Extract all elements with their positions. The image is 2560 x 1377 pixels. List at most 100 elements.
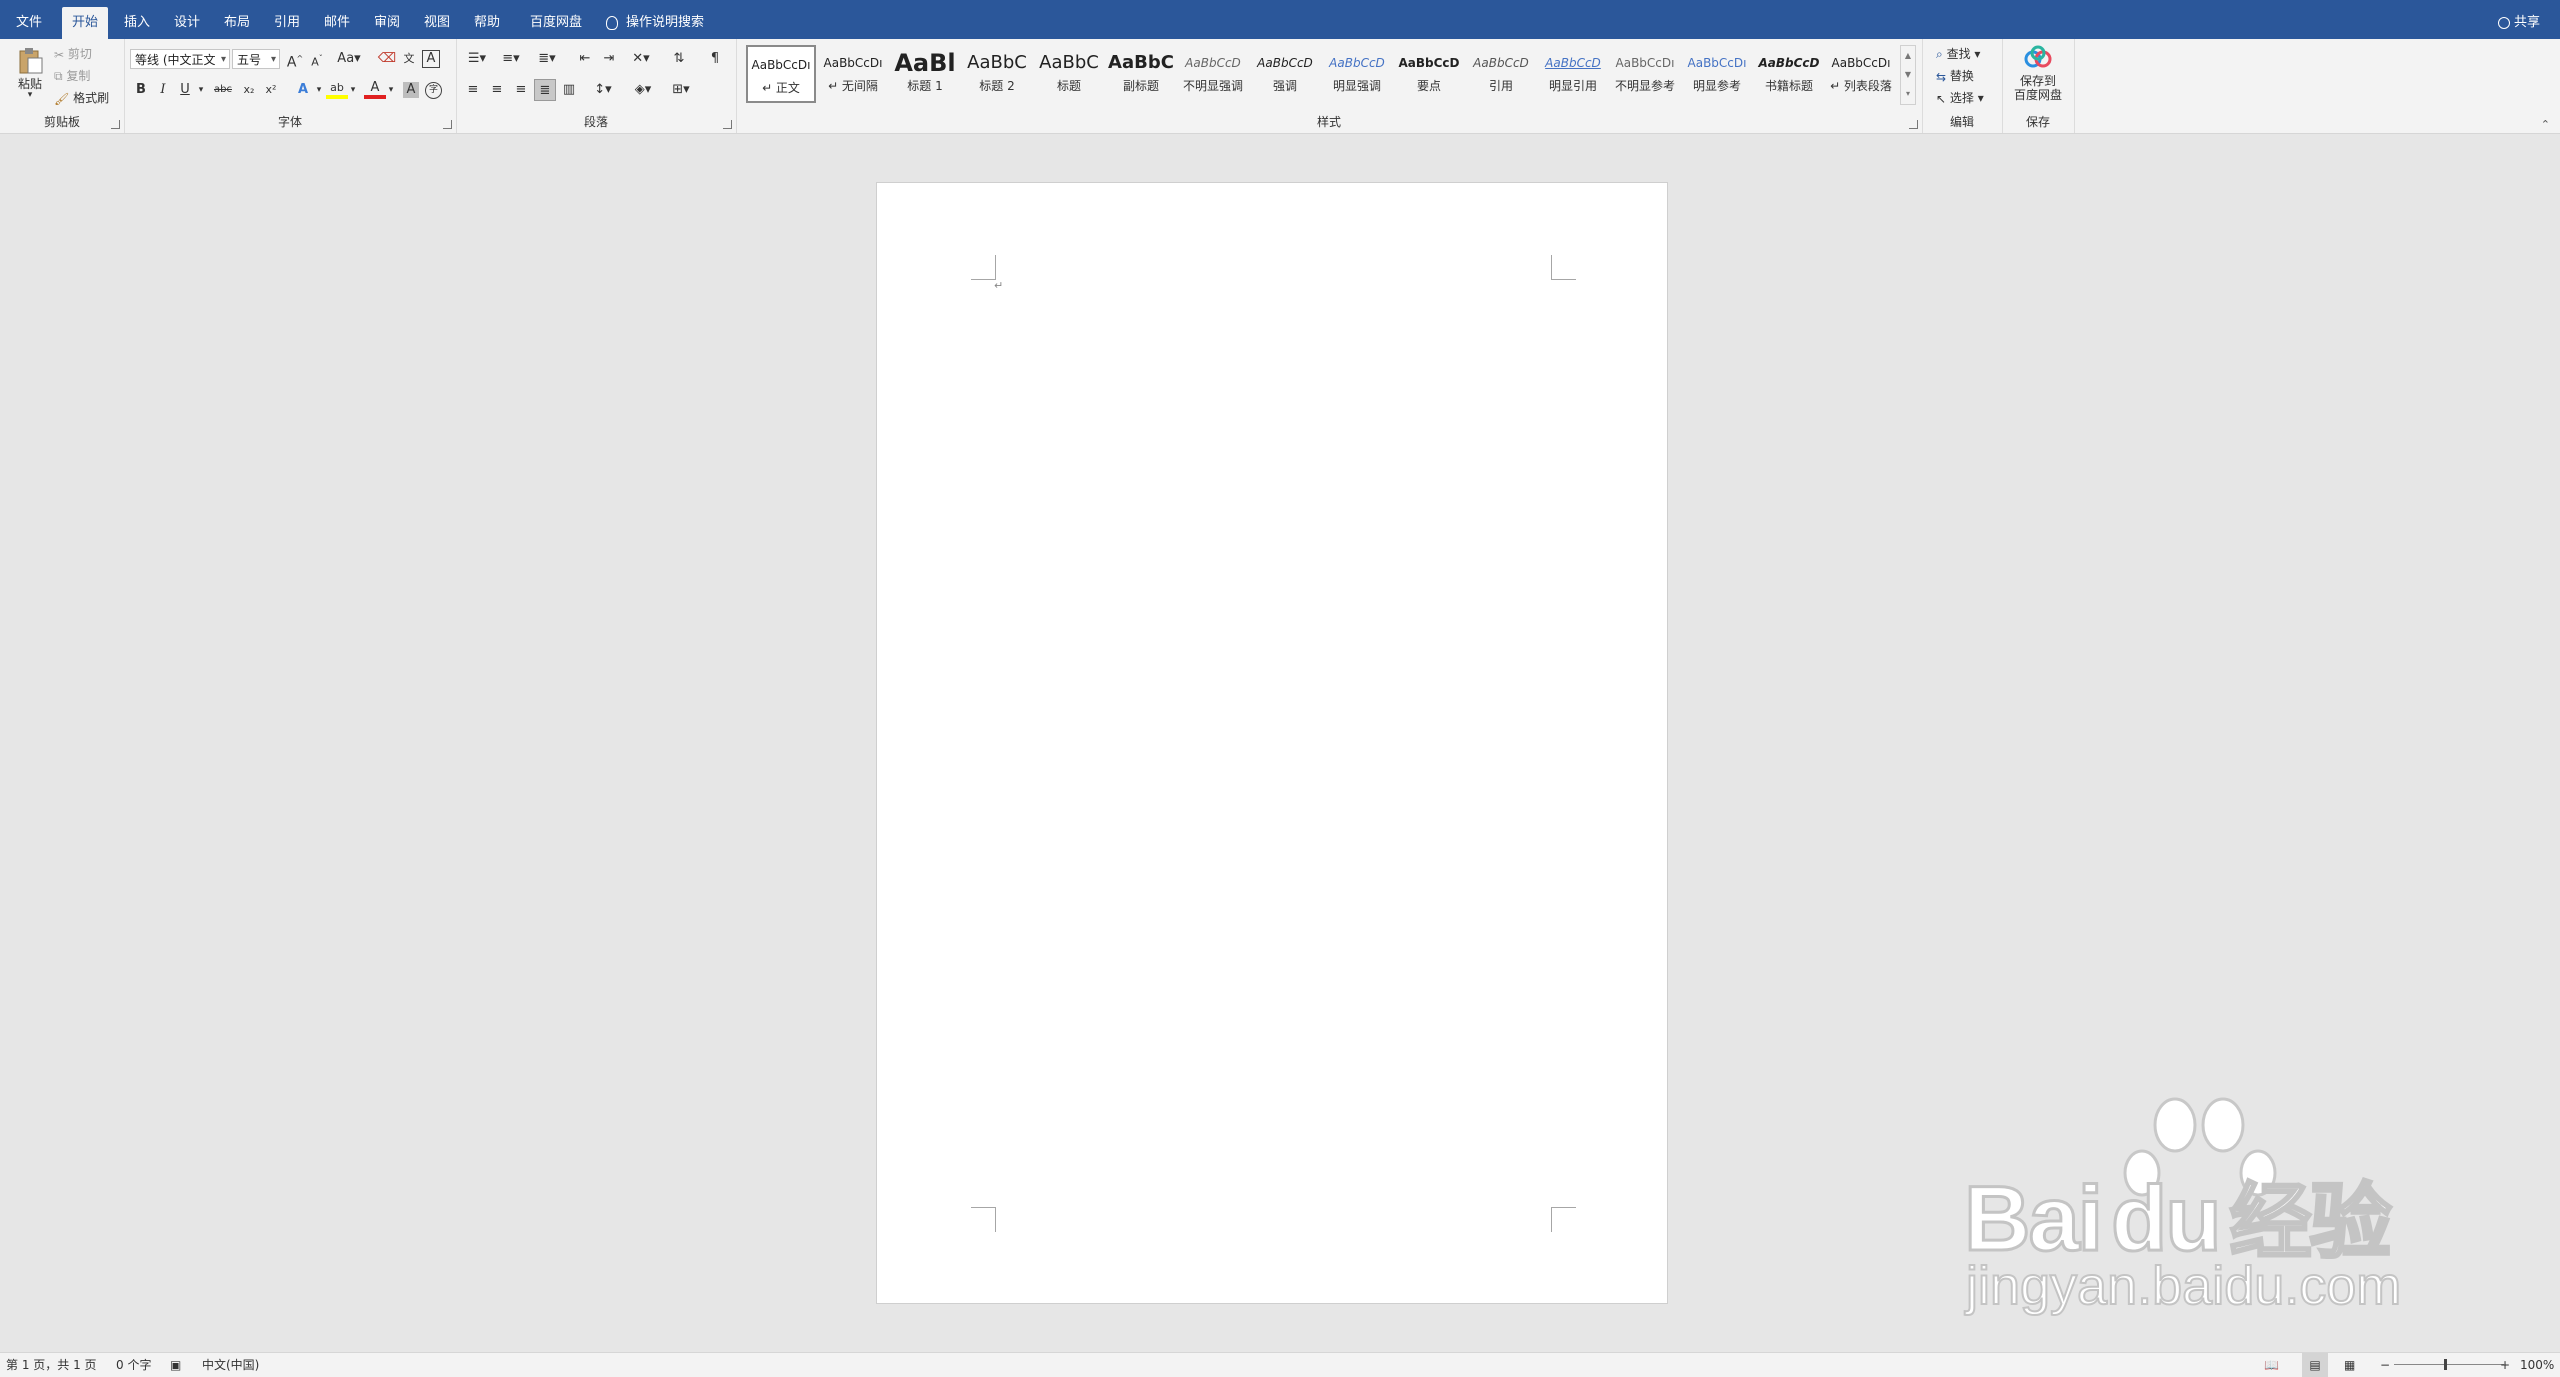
scroll-up-icon[interactable]: ▲ <box>1901 46 1915 65</box>
paste-button[interactable]: 粘贴 ▾ <box>12 45 48 103</box>
collapse-ribbon-icon[interactable]: ⌃ <box>2541 118 2550 131</box>
change-case-button[interactable]: Aa▾ <box>334 48 364 70</box>
tab-baidu-netdisk[interactable]: 百度网盘 <box>520 0 592 39</box>
char-shading-icon[interactable]: A <box>403 82 419 98</box>
grow-font-icon: A <box>286 54 297 71</box>
paragraph-launcher-icon[interactable] <box>723 120 732 129</box>
select-button[interactable]: ↖ 选择 ▾ <box>1936 89 1984 106</box>
strikethrough-button[interactable]: abc <box>210 79 236 101</box>
zoom-out-icon[interactable]: − <box>2380 1353 2390 1377</box>
paragraph-mark[interactable]: ↵ <box>994 279 1003 292</box>
zoom-slider-thumb[interactable] <box>2444 1359 2447 1370</box>
style-name: 标题 1 <box>907 79 943 93</box>
tab-mailings[interactable]: 邮件 <box>314 0 360 39</box>
style-quote[interactable]: AaBbCcD 引用 <box>1466 45 1536 103</box>
paste-dropdown-icon[interactable]: ▾ <box>12 90 48 100</box>
font-color-dropdown-icon[interactable]: ▾ <box>380 79 402 101</box>
align-center-icon[interactable]: ≡ <box>486 79 508 101</box>
styles-scroll[interactable]: ▲ ▼ ▾ <box>1900 45 1916 105</box>
style-intense-reference[interactable]: AaBbCcDı 明显参考 <box>1682 45 1752 103</box>
language[interactable]: 中文(中国) <box>202 1353 259 1377</box>
style-intense-quote[interactable]: AaBbCcD 明显引用 <box>1538 45 1608 103</box>
distributed-icon[interactable]: ▥ <box>558 79 580 101</box>
styles-more-icon[interactable]: ▾ <box>1901 84 1915 103</box>
style-heading-1[interactable]: AaBl 标题 1 <box>890 45 960 103</box>
style-no-spacing[interactable]: AaBbCcDı ↵ 无间隔 <box>818 45 888 103</box>
cut-button[interactable]: ✂ 剪切 <box>54 45 92 62</box>
web-layout-icon[interactable]: ▦ <box>2344 1353 2355 1377</box>
scroll-down-icon[interactable]: ▼ <box>1901 65 1915 84</box>
read-mode-icon[interactable]: 📖 <box>2264 1353 2279 1377</box>
clear-format-icon[interactable]: ⌫ <box>376 48 398 70</box>
copy-button[interactable]: ⧉ 复制 <box>54 67 90 84</box>
style-title[interactable]: AaBbC 标题 <box>1034 45 1104 103</box>
highlight-dropdown-icon[interactable]: ▾ <box>342 79 364 101</box>
font-size-combo[interactable]: 五号 <box>232 49 280 69</box>
align-right-icon[interactable]: ≡ <box>510 79 532 101</box>
tab-review[interactable]: 审阅 <box>364 0 410 39</box>
sort-icon[interactable]: ⇅ <box>668 48 690 70</box>
tab-design[interactable]: 设计 <box>164 0 210 39</box>
enclose-char-icon[interactable]: 字 <box>425 82 442 99</box>
style-list-paragraph[interactable]: AaBbCcDı ↵ 列表段落 <box>1826 45 1896 103</box>
styles-launcher-icon[interactable] <box>1909 120 1918 129</box>
font-name-combo[interactable]: 等线 (中文正文 <box>130 49 230 69</box>
tab-help[interactable]: 帮助 <box>464 0 510 39</box>
replace-button[interactable]: ⇆ 替换 <box>1936 67 1974 84</box>
print-layout-icon[interactable]: ▤ <box>2302 1353 2328 1377</box>
style-preview: AaBl <box>894 49 956 77</box>
document-page[interactable]: ↵ <box>876 182 1668 1304</box>
superscript-button[interactable]: x² <box>260 79 282 101</box>
underline-dropdown-icon[interactable]: ▾ <box>190 79 212 101</box>
decrease-indent-icon[interactable]: ⇤ <box>574 48 596 70</box>
tab-file[interactable]: 文件 <box>6 0 52 39</box>
save-to-netdisk-button[interactable]: 保存到 百度网盘 <box>2002 45 2074 102</box>
font-launcher-icon[interactable] <box>443 120 452 129</box>
format-painter-button[interactable]: 🖌 格式刷 <box>54 89 109 106</box>
copy-label: 复制 <box>66 69 91 83</box>
multilevel-list-icon[interactable]: ≣▾ <box>532 48 562 70</box>
share-button[interactable]: 共享 <box>2497 0 2540 39</box>
find-button[interactable]: ⌕ 查找 ▾ <box>1936 45 1980 62</box>
numbering-icon[interactable]: ≡▾ <box>496 48 526 70</box>
show-marks-icon[interactable]: ¶ <box>704 48 726 70</box>
style-subtle-emphasis[interactable]: AaBbCcD 不明显强调 <box>1178 45 1248 103</box>
style-book-title[interactable]: AaBbCcD 书籍标题 <box>1754 45 1824 103</box>
tab-references[interactable]: 引用 <box>264 0 310 39</box>
zoom-in-icon[interactable]: + <box>2500 1353 2510 1377</box>
grow-font-button[interactable]: A^ <box>284 48 306 71</box>
bold-button[interactable]: B <box>130 79 152 101</box>
style-emphasis[interactable]: AaBbCcD 强调 <box>1250 45 1320 103</box>
tab-home[interactable]: 开始 <box>62 7 109 39</box>
justify-icon[interactable]: ≣ <box>534 79 556 101</box>
zoom-slider[interactable] <box>2394 1364 2504 1365</box>
phonetic-guide-icon[interactable]: 文 <box>398 48 420 70</box>
style-subtitle[interactable]: AaBbC 副标题 <box>1106 45 1176 103</box>
word-count[interactable]: 0 个字 <box>116 1353 151 1377</box>
zoom-level[interactable]: 100% <box>2520 1353 2554 1377</box>
borders-icon[interactable]: ⊞▾ <box>666 79 696 101</box>
tab-layout[interactable]: 布局 <box>214 0 260 39</box>
page-count[interactable]: 第 1 页，共 1 页 <box>6 1353 97 1377</box>
tab-insert[interactable]: 插入 <box>114 0 160 39</box>
style-intense-emphasis[interactable]: AaBbCcD 明显强调 <box>1322 45 1392 103</box>
style-strong[interactable]: AaBbCcD 要点 <box>1394 45 1464 103</box>
char-border-icon[interactable]: A <box>422 50 440 68</box>
bullets-icon[interactable]: ☰▾ <box>462 48 492 70</box>
style-normal[interactable]: AaBbCcDı ↵ 正文 <box>746 45 816 103</box>
subscript-button[interactable]: x₂ <box>238 79 260 101</box>
style-preview: AaBbCcD <box>1398 56 1460 70</box>
tell-me-search[interactable]: 操作说明搜索 <box>606 0 704 39</box>
shading-icon[interactable]: ◈▾ <box>628 79 658 101</box>
tab-view[interactable]: 视图 <box>414 0 460 39</box>
increase-indent-icon[interactable]: ⇥ <box>598 48 620 70</box>
shrink-font-button[interactable]: Aˇ <box>306 48 328 70</box>
line-spacing-icon[interactable]: ↕▾ <box>588 79 618 101</box>
style-subtle-reference[interactable]: AaBbCcDı 不明显参考 <box>1610 45 1680 103</box>
align-left-icon[interactable]: ≡ <box>462 79 484 101</box>
proofing-icon[interactable]: ▣ <box>170 1353 181 1377</box>
clipboard-launcher-icon[interactable] <box>111 120 120 129</box>
chinese-layout-icon[interactable]: ✕▾ <box>626 48 656 70</box>
style-heading-2[interactable]: AaBbC 标题 2 <box>962 45 1032 103</box>
italic-button[interactable]: I <box>152 79 174 101</box>
